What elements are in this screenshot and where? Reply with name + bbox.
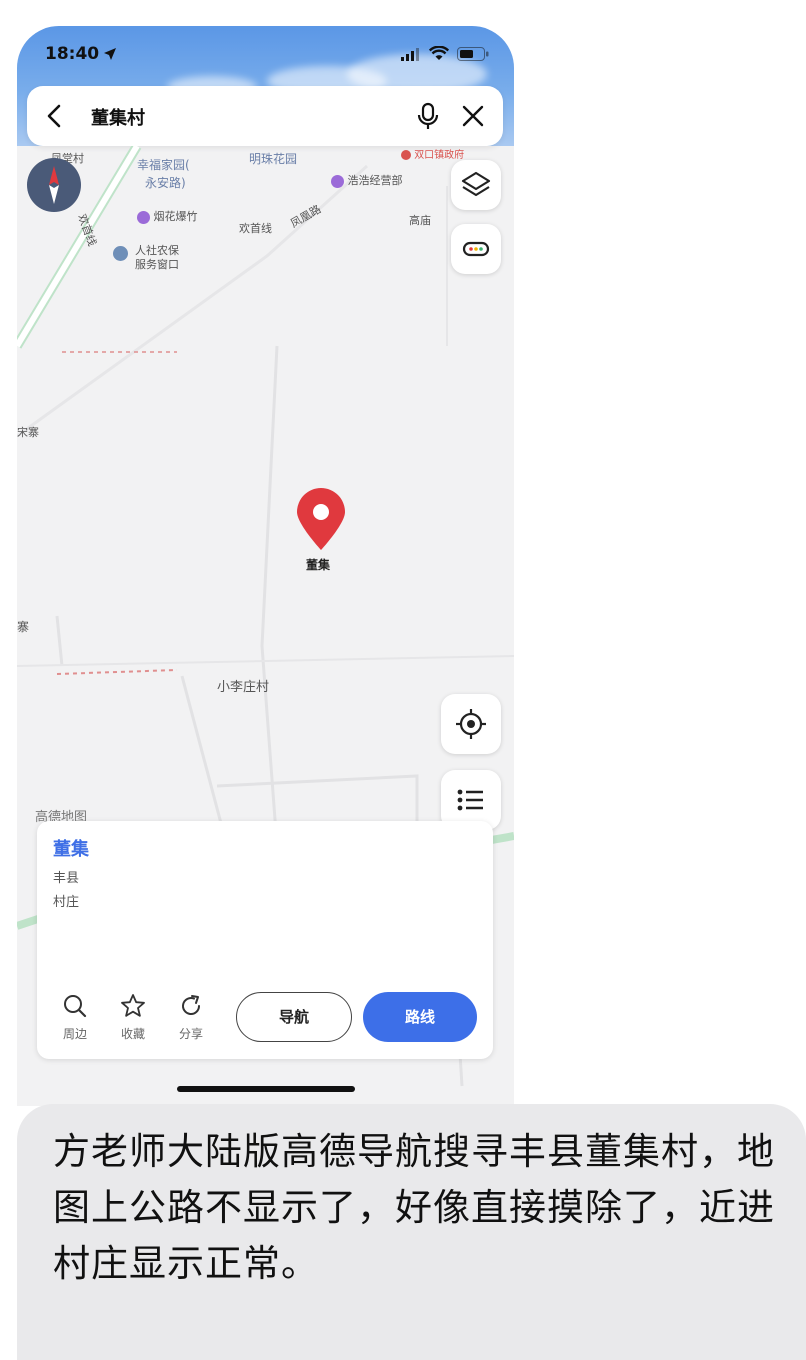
star-icon [121,994,145,1017]
map-label-xingfu: 幸福家园( [137,158,190,172]
message-text: 方老师大陆版高德导航搜寻丰县董集村，地图上公路不显示了，好像直接摸除了，近进村庄… [53,1130,775,1285]
search-icon [64,995,87,1018]
map-label-gaomiao: 高庙 [409,214,431,227]
favorite-label: 收藏 [120,1027,145,1041]
map-label-mingzhu: 明珠花园 [249,152,298,166]
traffic-icon [462,241,490,257]
compass-button[interactable] [27,158,81,212]
status-time: 18:40 [45,44,100,64]
phone-screenshot: 18:40 董集村 凤堂村 幸福家园(永安路) 明珠花园 双口镇政府 浩浩经营… [17,26,514,1106]
map-label-top-poi: 双口镇政府 [401,146,464,161]
status-bar: 18:40 [17,26,514,86]
route-button[interactable]: 路线 [363,992,477,1042]
home-indicator[interactable] [177,1086,355,1092]
poi-yanhua: 烟花爆竹 [137,208,198,224]
favorite-button[interactable]: 收藏 [113,993,153,1042]
clear-close-icon[interactable] [461,104,485,128]
back-chevron-icon[interactable] [45,104,63,128]
message-bubble: 方老师大陆版高德导航搜寻丰县董集村，地图上公路不显示了，好像直接摸除了，近进村庄… [17,1104,806,1360]
shop-pin-icon [137,210,150,224]
wifi-icon [429,46,449,60]
place-title: 董集 [53,839,89,860]
place-detail-card: 董集 丰县 村庄 周边 收藏 分享 导航 路线 [37,821,493,1059]
battery-icon [457,47,489,61]
location-pin-marker[interactable]: 董集 [293,486,349,576]
pin-label: 董集 [306,558,331,572]
layers-button[interactable] [451,160,501,210]
poi-haohao: 浩浩经营部 [331,172,403,188]
map-label-xiaolizhuang: 小李庄村 [217,680,270,695]
layers-icon [461,171,491,197]
share-button[interactable]: 分享 [171,993,211,1042]
government-pin-icon [113,246,128,261]
share-label: 分享 [178,1027,203,1041]
microphone-icon[interactable] [417,102,439,130]
search-bar[interactable]: 董集村 [27,86,503,146]
location-pin-icon [297,488,345,550]
share-icon [182,995,200,1015]
map-label-yongan: 永安路) [145,176,186,190]
poi-red-dot-icon [401,150,411,160]
map-label-huanshouxian: 欢首线 [239,222,272,235]
crosshair-icon [456,709,486,739]
shop-pin-icon [331,174,344,188]
place-type: 村庄 [53,895,80,910]
map-label-zhai: 寨 [17,620,30,634]
traffic-button[interactable] [451,224,501,274]
place-county: 丰县 [53,871,80,886]
compass-icon [49,166,59,204]
location-arrow-icon [104,48,116,60]
map-label-songzhai: 宋寨 [17,426,39,439]
search-query-text[interactable]: 董集村 [91,104,145,130]
my-location-button[interactable] [441,694,501,754]
cellular-signal-icon [401,48,419,61]
nearby-button[interactable]: 周边 [55,993,95,1042]
nearby-label: 周边 [62,1027,87,1041]
navigate-button[interactable]: 导航 [236,992,352,1042]
